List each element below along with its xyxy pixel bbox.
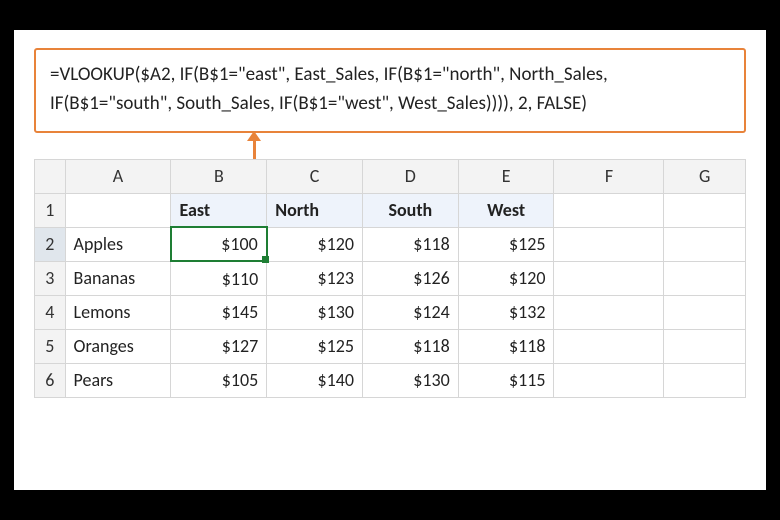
col-header-A[interactable]: A bbox=[65, 159, 171, 193]
cell-C5[interactable]: $125 bbox=[267, 329, 363, 363]
arrow-up-icon bbox=[247, 131, 261, 159]
cell-D4[interactable]: $124 bbox=[362, 295, 458, 329]
formula-line-1: =VLOOKUP($A2, IF(B$1="east", East_Sales,… bbox=[50, 60, 730, 89]
cell-E4[interactable]: $132 bbox=[458, 295, 554, 329]
row-5: 5 Oranges $127 $125 $118 $118 bbox=[35, 329, 746, 363]
row-header-4[interactable]: 4 bbox=[35, 295, 66, 329]
cell-E6[interactable]: $115 bbox=[458, 363, 554, 397]
cell-F6[interactable] bbox=[554, 363, 664, 397]
cell-B6[interactable]: $105 bbox=[171, 363, 267, 397]
screenshot-card: =VLOOKUP($A2, IF(B$1="east", East_Sales,… bbox=[14, 30, 766, 490]
cell-C2[interactable]: $120 bbox=[267, 227, 363, 261]
cell-G3[interactable] bbox=[664, 261, 746, 295]
row-2: 2 Apples $100 $120 $118 $125 bbox=[35, 227, 746, 261]
cell-G5[interactable] bbox=[664, 329, 746, 363]
cell-G1[interactable] bbox=[664, 193, 746, 227]
col-header-B[interactable]: B bbox=[171, 159, 267, 193]
cell-C1[interactable]: North bbox=[267, 193, 363, 227]
cell-B1[interactable]: East bbox=[171, 193, 267, 227]
cell-A3[interactable]: Bananas bbox=[65, 261, 171, 295]
arrow-pointer bbox=[34, 133, 746, 159]
cell-D5[interactable]: $118 bbox=[362, 329, 458, 363]
cell-C4[interactable]: $130 bbox=[267, 295, 363, 329]
spreadsheet-grid[interactable]: A B C D E F G 1 East North South West 2 … bbox=[34, 159, 746, 398]
row-header-1[interactable]: 1 bbox=[35, 193, 66, 227]
row-6: 6 Pears $105 $140 $130 $115 bbox=[35, 363, 746, 397]
row-header-5[interactable]: 5 bbox=[35, 329, 66, 363]
cell-F5[interactable] bbox=[554, 329, 664, 363]
cell-A4[interactable]: Lemons bbox=[65, 295, 171, 329]
cell-A6[interactable]: Pears bbox=[65, 363, 171, 397]
cell-D3[interactable]: $126 bbox=[362, 261, 458, 295]
row-header-3[interactable]: 3 bbox=[35, 261, 66, 295]
cell-B4[interactable]: $145 bbox=[171, 295, 267, 329]
cell-C6[interactable]: $140 bbox=[267, 363, 363, 397]
row-3: 3 Bananas $110 $123 $126 $120 bbox=[35, 261, 746, 295]
cell-F1[interactable] bbox=[554, 193, 664, 227]
cell-A1[interactable] bbox=[65, 193, 171, 227]
cell-F2[interactable] bbox=[554, 227, 664, 261]
cell-F3[interactable] bbox=[554, 261, 664, 295]
col-header-G[interactable]: G bbox=[664, 159, 746, 193]
cell-E3[interactable]: $120 bbox=[458, 261, 554, 295]
cell-E2[interactable]: $125 bbox=[458, 227, 554, 261]
cell-D1[interactable]: South bbox=[362, 193, 458, 227]
cell-A5[interactable]: Oranges bbox=[65, 329, 171, 363]
cell-D2[interactable]: $118 bbox=[362, 227, 458, 261]
col-header-C[interactable]: C bbox=[267, 159, 363, 193]
select-all-corner[interactable] bbox=[35, 159, 66, 193]
cell-F4[interactable] bbox=[554, 295, 664, 329]
cell-B5[interactable]: $127 bbox=[171, 329, 267, 363]
cell-G2[interactable] bbox=[664, 227, 746, 261]
col-header-F[interactable]: F bbox=[554, 159, 664, 193]
col-header-D[interactable]: D bbox=[362, 159, 458, 193]
column-header-row: A B C D E F G bbox=[35, 159, 746, 193]
row-header-6[interactable]: 6 bbox=[35, 363, 66, 397]
cell-E5[interactable]: $118 bbox=[458, 329, 554, 363]
cell-G6[interactable] bbox=[664, 363, 746, 397]
row-header-2[interactable]: 2 bbox=[35, 227, 66, 261]
formula-line-2: IF(B$1="south", South_Sales, IF(B$1="wes… bbox=[50, 89, 730, 118]
formula-bar[interactable]: =VLOOKUP($A2, IF(B$1="east", East_Sales,… bbox=[34, 48, 746, 133]
cell-A2[interactable]: Apples bbox=[65, 227, 171, 261]
cell-B2-active[interactable]: $100 bbox=[171, 227, 267, 261]
row-4: 4 Lemons $145 $130 $124 $132 bbox=[35, 295, 746, 329]
cell-B3[interactable]: $110 bbox=[171, 261, 267, 295]
cell-E1[interactable]: West bbox=[458, 193, 554, 227]
col-header-E[interactable]: E bbox=[458, 159, 554, 193]
cell-D6[interactable]: $130 bbox=[362, 363, 458, 397]
row-1: 1 East North South West bbox=[35, 193, 746, 227]
cell-G4[interactable] bbox=[664, 295, 746, 329]
cell-C3[interactable]: $123 bbox=[267, 261, 363, 295]
